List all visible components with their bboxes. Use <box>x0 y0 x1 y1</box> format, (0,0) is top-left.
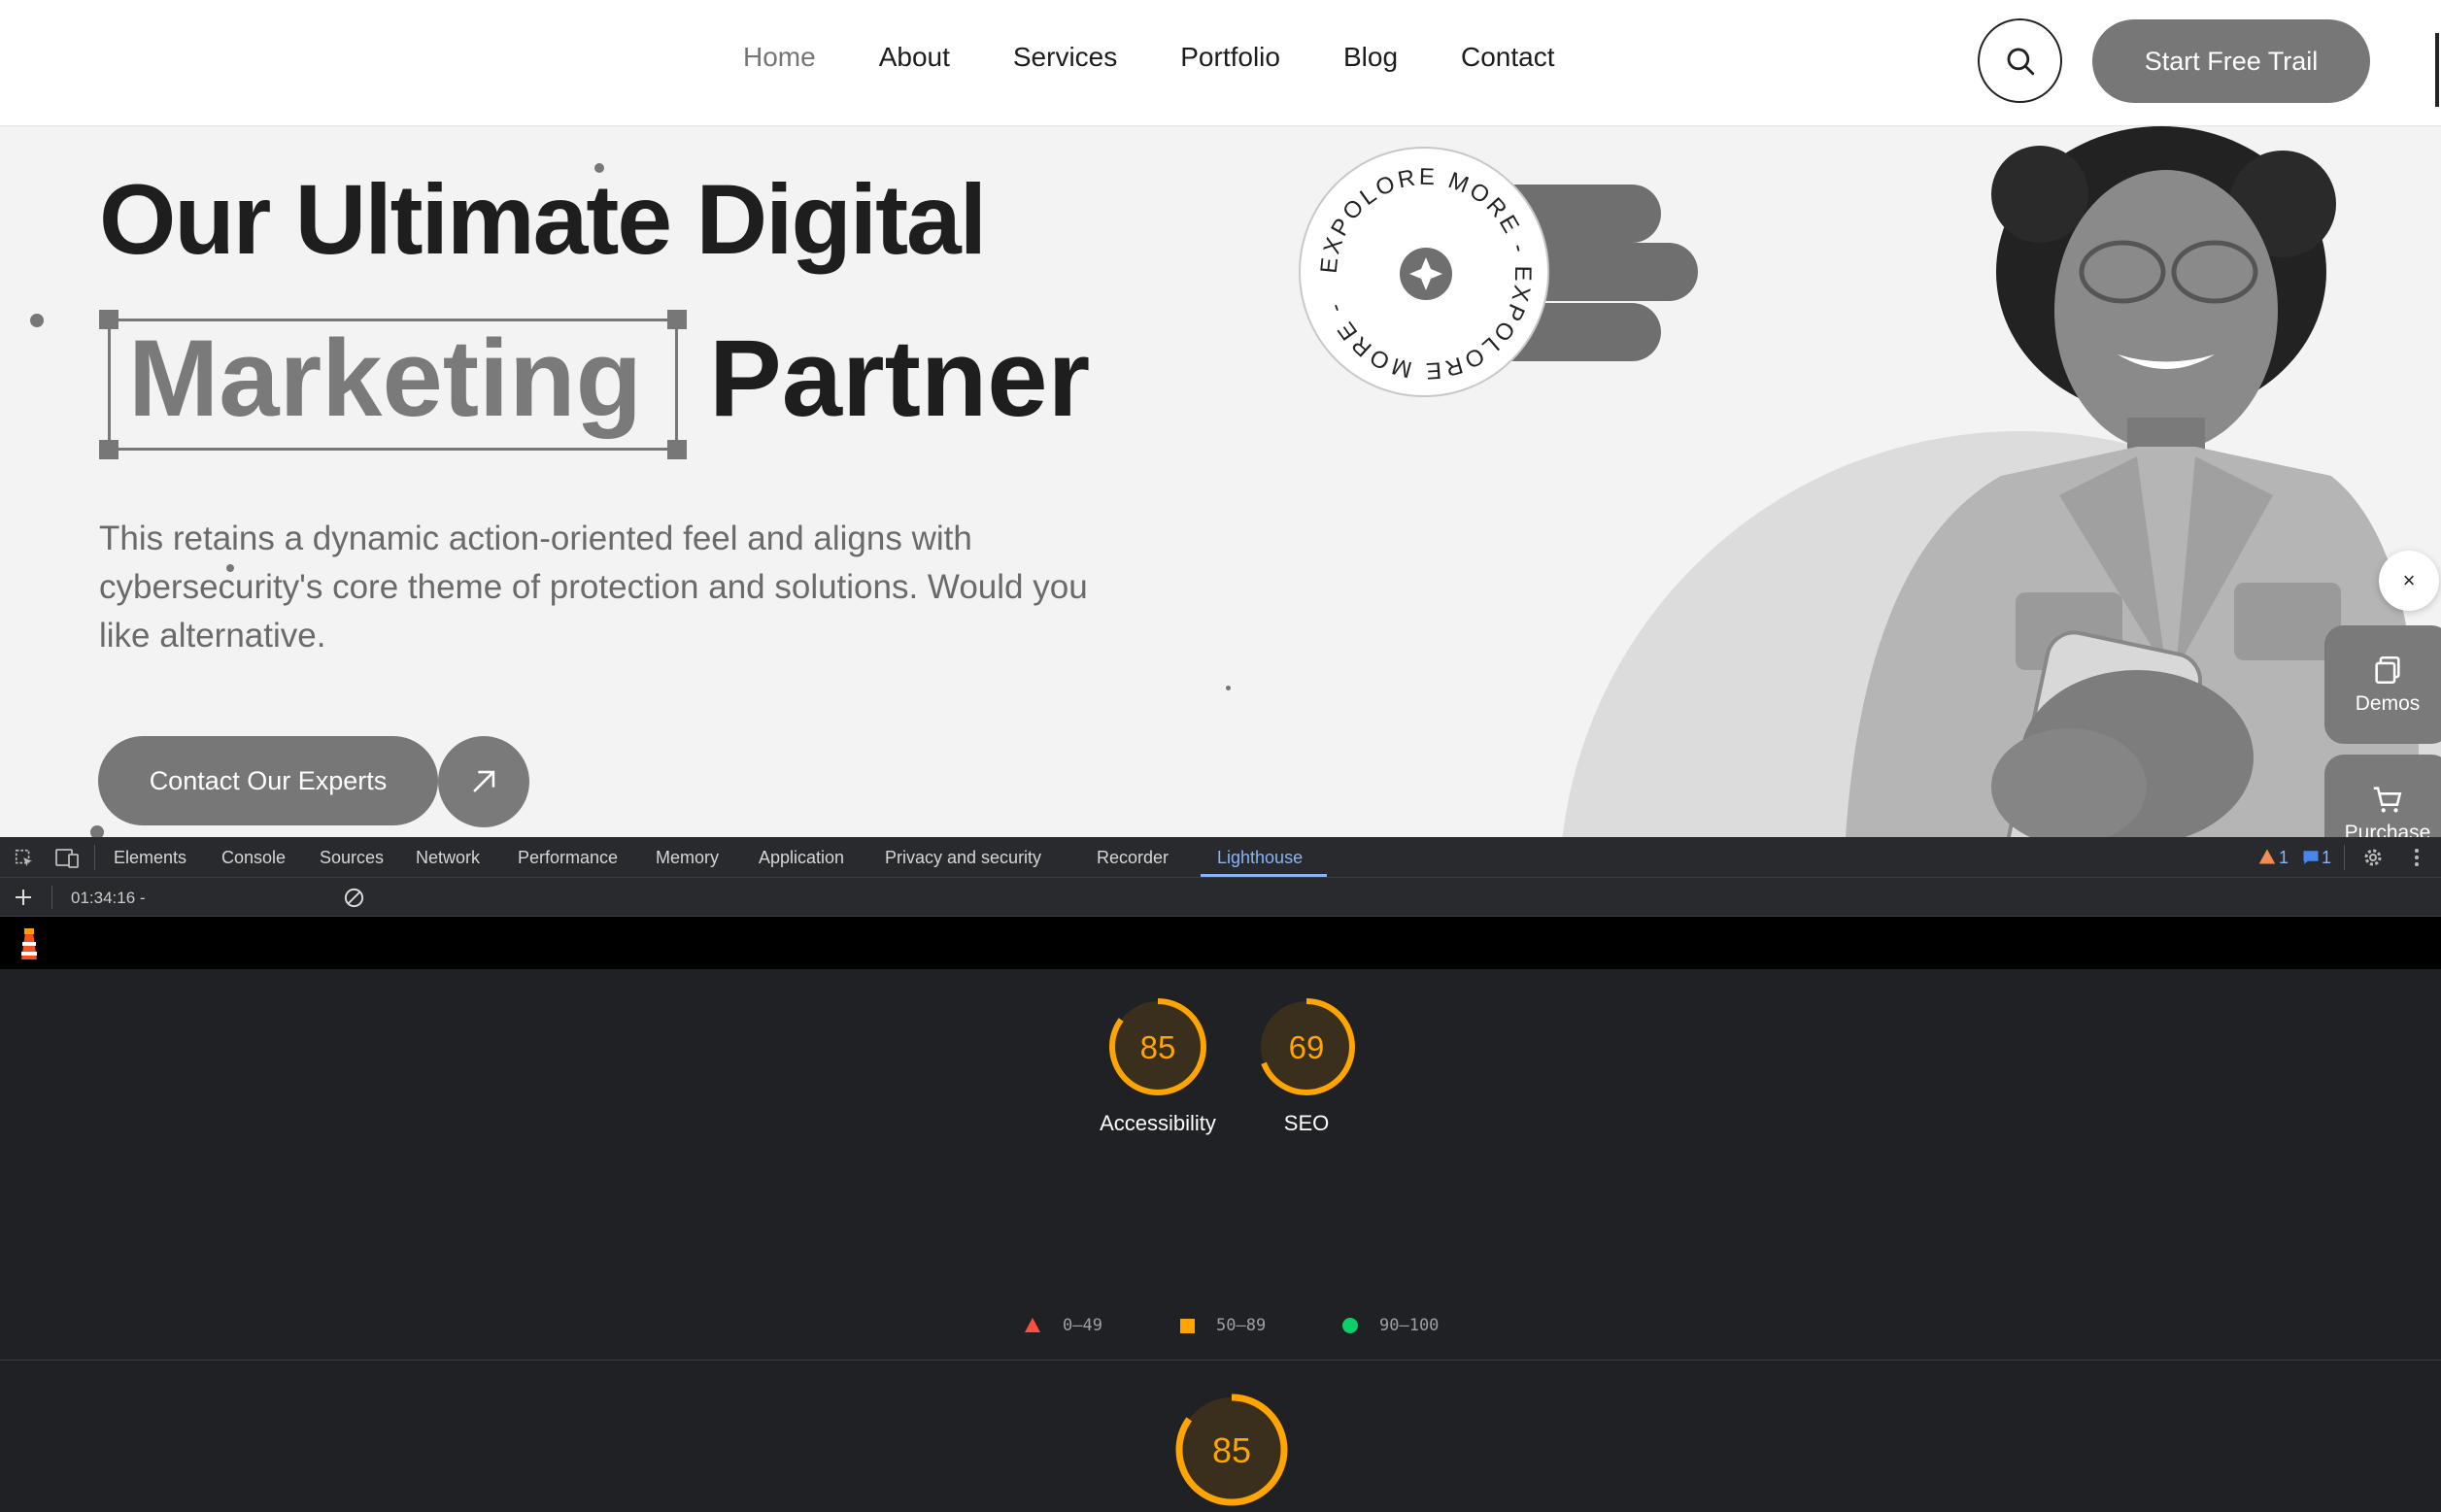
decor-dot <box>30 314 44 327</box>
message-icon[interactable] <box>2302 849 2320 866</box>
tab-network[interactable]: Network <box>416 848 480 868</box>
start-free-trial-button[interactable]: Start Free Trail <box>2092 19 2370 103</box>
arrow-button[interactable] <box>438 736 529 827</box>
seo-gauge[interactable]: 69 <box>1256 996 1357 1097</box>
devtools-tabbar: Elements Console Sources Network Perform… <box>0 837 2441 878</box>
tab-console[interactable]: Console <box>221 848 286 868</box>
accessibility-score: 85 <box>1140 1029 1176 1065</box>
fail-triangle-icon <box>1025 1318 1040 1332</box>
tab-application[interactable]: Application <box>759 848 844 868</box>
message-count: 1 <box>2322 848 2332 867</box>
arrow-up-right-icon <box>473 770 495 792</box>
seo-label: SEO <box>1283 1111 1330 1135</box>
hero-highlight-word: Marketing <box>128 318 642 439</box>
badge-ring: EXPOLORE MORE - EXPOLORE MORE - <box>1316 164 1533 385</box>
seo-score: 69 <box>1289 1029 1325 1065</box>
demos-label: Demos <box>2355 692 2421 715</box>
hero-description: This retains a dynamic action-oriented f… <box>99 520 1088 655</box>
more-options-icon[interactable] <box>2412 846 2422 869</box>
search-button[interactable] <box>1978 18 2062 103</box>
tab-recorder[interactable]: Recorder <box>1097 848 1169 868</box>
tab-elements[interactable]: Elements <box>114 848 186 868</box>
lighthouse-logo-icon <box>21 928 37 959</box>
tab-sources[interactable]: Sources <box>320 848 384 868</box>
nav-portfolio[interactable]: Portfolio <box>1180 42 1280 73</box>
tab-performance[interactable]: Performance <box>518 848 618 868</box>
clear-icon[interactable] <box>343 887 365 909</box>
close-widget-button[interactable]: × <box>2379 551 2439 611</box>
category-score: 85 <box>1212 1430 1251 1470</box>
lighthouse-topbar <box>0 917 2441 969</box>
tab-lighthouse[interactable]: Lighthouse <box>1217 848 1303 868</box>
nav-home[interactable]: Home <box>743 42 816 73</box>
nav-blog[interactable]: Blog <box>1343 42 1398 73</box>
copy-icon <box>2375 655 2400 685</box>
inspect-element-icon[interactable] <box>14 848 35 869</box>
tab-privacy-security[interactable]: Privacy and security <box>885 848 1041 868</box>
report-selector[interactable]: 01:34:16 - <box>71 889 146 908</box>
nav-contact[interactable]: Contact <box>1461 42 1555 73</box>
accessibility-gauge[interactable]: 85 <box>1107 996 1208 1097</box>
demos-button[interactable]: Demos <box>2324 625 2441 744</box>
plus-icon[interactable] <box>14 888 33 907</box>
hero-person-image <box>1846 126 2419 837</box>
warning-count: 1 <box>2279 848 2289 867</box>
tab-memory[interactable]: Memory <box>656 848 719 868</box>
pass-circle-icon <box>1342 1318 1358 1333</box>
nav-about[interactable]: About <box>879 42 950 73</box>
report-divider <box>0 1360 2441 1361</box>
lighthouse-report: 85 Accessibility 69 SEO 0–49 50–89 90–10… <box>0 969 2441 1506</box>
active-tab-indicator <box>1201 874 1327 877</box>
devtools-panel: Elements Console Sources Network Perform… <box>0 837 2441 1506</box>
contact-experts-button[interactable]: Contact Our Experts <box>98 736 438 825</box>
hero-title-rest: Partner <box>709 318 1091 439</box>
legend-average: 50–89 <box>1216 1316 1267 1335</box>
site-header: Home About Services Portfolio Blog Conta… <box>0 0 2441 126</box>
decor-dot <box>1226 686 1231 690</box>
purchase-label: Purchase <box>2344 822 2431 837</box>
decor-dot <box>90 825 104 837</box>
lighthouse-toolbar: 01:34:16 - <box>0 878 2441 917</box>
warning-icon[interactable] <box>2258 848 2276 865</box>
main-nav: Home About Services Portfolio Blog Conta… <box>743 42 1618 73</box>
website-viewport: Home About Services Portfolio Blog Conta… <box>0 0 2441 837</box>
average-square-icon <box>1180 1319 1195 1333</box>
device-toolbar-icon[interactable] <box>55 848 79 869</box>
legend-fail: 0–49 <box>1063 1316 1102 1335</box>
category-gauge-large[interactable]: 85 <box>1174 1393 1289 1507</box>
cart-icon <box>2373 787 2402 813</box>
explore-more-badge[interactable]: EXPOLORE MORE - EXPOLORE MORE - <box>1299 147 1549 397</box>
nav-services[interactable]: Services <box>1013 42 1117 73</box>
scrollbar[interactable] <box>2435 33 2439 107</box>
legend-pass: 90–100 <box>1379 1316 1440 1335</box>
purchase-button[interactable]: Purchase <box>2324 755 2441 837</box>
search-icon <box>2007 48 2034 75</box>
settings-gear-icon[interactable] <box>2361 846 2385 869</box>
hero-title: Our Ultimate Digital <box>99 164 987 275</box>
